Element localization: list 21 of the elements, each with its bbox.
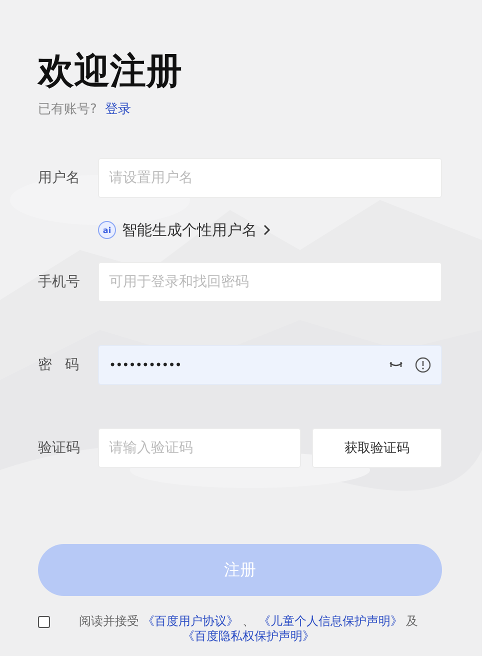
eye-closed-icon[interactable] [389, 361, 403, 369]
password-field[interactable]: ••••••••••• [98, 345, 442, 385]
info-icon[interactable] [415, 357, 431, 373]
agreement-link[interactable]: 《儿童个人信息保护声明》 [258, 614, 402, 628]
code-field[interactable]: 请输入验证码 [98, 428, 301, 468]
field-label: 用户名 [38, 169, 81, 187]
input-field[interactable]: 可用于登录和找回密码 [98, 262, 442, 302]
field-label: 密 码 [38, 356, 80, 374]
get-code-button[interactable]: 获取验证码 [312, 428, 442, 468]
page-title: 欢迎注册 [38, 50, 183, 94]
field-label: 验证码 [38, 439, 81, 457]
login-link[interactable]: 登录 [104, 100, 131, 118]
chevron-icon [263, 224, 271, 236]
field-label: 手机号 [38, 273, 81, 291]
agreement-link[interactable]: 《百度隐私权保护声明》 [182, 629, 314, 643]
input-field[interactable]: 请设置用户名 [98, 158, 442, 198]
agreement-link[interactable]: 《百度用户协议》 [142, 614, 239, 628]
generate-username-link[interactable]: ai 智能生成个性用户名 [98, 220, 271, 240]
agree-checkbox[interactable] [38, 616, 50, 628]
agreement-text: 阅读并接受 《百度用户协议》 、 《儿童个人信息保护声明》 及 《百度隐私权保护声明》 [78, 614, 420, 644]
account-prompt: 已有账号? [38, 101, 97, 118]
